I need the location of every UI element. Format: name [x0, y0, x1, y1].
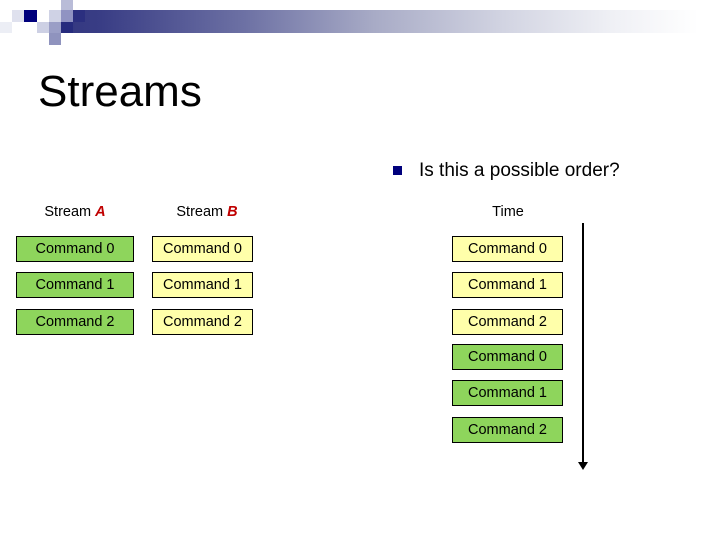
banner-check-square	[0, 10, 12, 22]
banner-check-square	[24, 22, 37, 33]
banner-check-square	[73, 0, 85, 10]
banner-check-square	[37, 33, 49, 45]
time-axis-line	[582, 223, 584, 465]
stream-b-label-letter: B	[227, 204, 238, 220]
banner-check-square	[12, 10, 24, 22]
time-axis-arrow-icon	[578, 462, 588, 470]
banner-check-square	[73, 10, 85, 22]
banner-check-square	[61, 0, 73, 10]
column-header-stream-b: Stream B	[152, 203, 262, 221]
square-bullet-icon	[393, 166, 402, 175]
stream-b-command-box: Command 0	[152, 236, 253, 262]
banner-check-square	[37, 22, 49, 33]
banner-gradient-bar	[0, 10, 720, 33]
column-header-stream-a: Stream A	[16, 203, 134, 221]
stream-a-label-prefix: Stream	[44, 204, 96, 220]
time-command-box: Command 2	[452, 417, 563, 443]
time-command-box: Command 1	[452, 272, 563, 298]
banner-check-square	[37, 0, 49, 10]
column-header-time: Time	[492, 204, 524, 220]
stream-a-command-box: Command 0	[16, 236, 134, 262]
banner-check-square	[49, 22, 61, 33]
banner-check-square	[61, 22, 73, 33]
banner-check-square	[49, 33, 61, 45]
banner-check-square	[37, 10, 49, 22]
banner-check-square	[61, 10, 73, 22]
bullet-line: Is this a possible order?	[393, 159, 620, 182]
stream-a-command-box: Command 1	[16, 272, 134, 298]
time-command-box: Command 0	[452, 236, 563, 262]
stream-b-command-box: Command 1	[152, 272, 253, 298]
stream-a-label-letter: A	[95, 204, 106, 220]
banner-check-square	[0, 22, 12, 33]
time-command-box: Command 0	[452, 344, 563, 370]
banner-check-square	[49, 10, 61, 22]
time-command-box: Command 1	[452, 380, 563, 406]
banner-check-square	[12, 22, 24, 33]
top-decorative-banner	[0, 0, 720, 48]
stream-a-command-box: Command 2	[16, 309, 134, 335]
stream-b-command-box: Command 2	[152, 309, 253, 335]
time-command-box: Command 2	[452, 309, 563, 335]
page-title: Streams	[38, 67, 202, 116]
stream-b-label-prefix: Stream	[176, 204, 228, 220]
bullet-text: Is this a possible order?	[419, 160, 620, 181]
banner-check-square	[24, 10, 37, 22]
